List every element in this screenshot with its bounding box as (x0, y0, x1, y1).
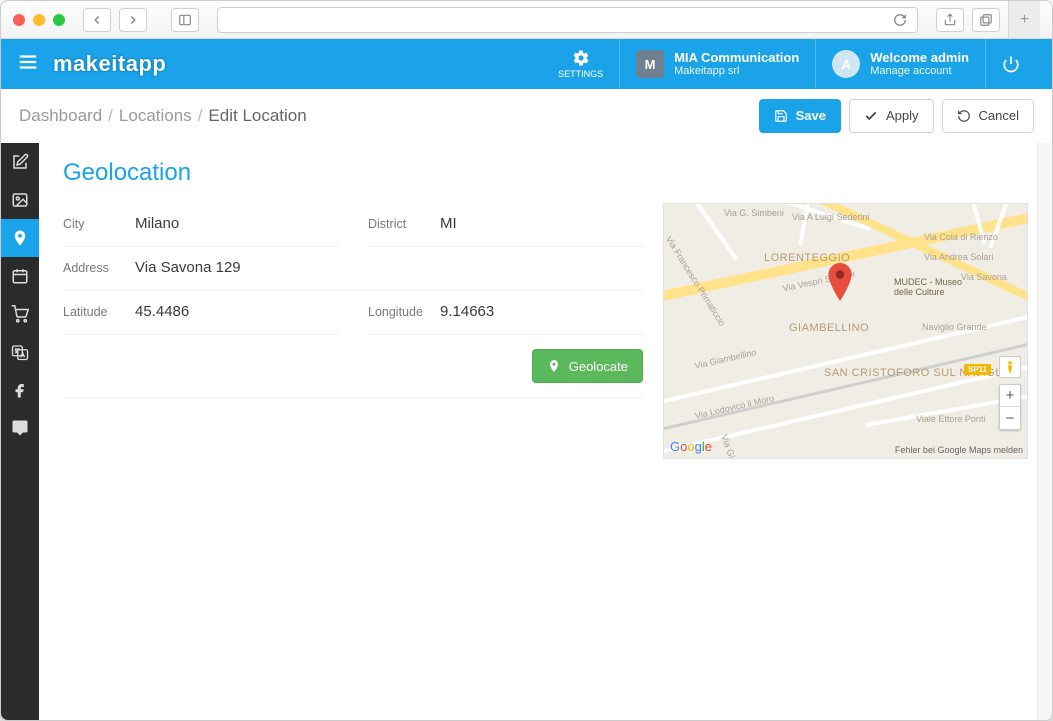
nav-comment[interactable] (1, 409, 39, 447)
crumb-dashboard[interactable]: Dashboard (19, 106, 102, 126)
nav-language[interactable] (1, 333, 39, 371)
nav-image[interactable] (1, 181, 39, 219)
org-avatar: M (636, 50, 664, 78)
sidebar-toggle-button[interactable] (171, 8, 199, 32)
nav-edit[interactable] (1, 143, 39, 181)
reload-icon (893, 13, 907, 27)
scrollbar[interactable] (1037, 143, 1052, 721)
org-block[interactable]: M MIA Communication Makeitapp srl (619, 39, 815, 89)
crumb-current: Edit Location (208, 106, 306, 126)
map-canvas[interactable]: LORENTEGGIO GIAMBELLINO SAN CRISTOFORO S… (663, 203, 1028, 459)
undo-icon (957, 109, 971, 123)
map-report-link[interactable]: Fehler bei Google Maps melden (895, 445, 1023, 455)
content-area: Geolocation City Milano District MI (39, 143, 1052, 721)
save-button[interactable]: Save (759, 99, 841, 133)
nav-forward-button[interactable] (119, 8, 147, 32)
org-sub: Makeitapp srl (674, 65, 799, 78)
gear-icon (572, 49, 590, 67)
user-name: Welcome admin (870, 50, 969, 66)
toolbar: Dashboard / Locations / Edit Location Sa… (1, 89, 1052, 143)
nav-calendar[interactable] (1, 257, 39, 295)
app-logo[interactable]: makeitapp (53, 51, 166, 77)
window-close-dot[interactable] (13, 14, 25, 26)
map-zoom-out[interactable]: − (1000, 407, 1020, 429)
power-icon (1002, 55, 1020, 73)
menu-toggle[interactable] (17, 51, 39, 78)
nav-location[interactable] (1, 219, 39, 257)
field-address[interactable]: Address Via Savona 129 (63, 247, 643, 291)
app-header: makeitapp SETTINGS M MIA Communication M… (1, 39, 1052, 89)
nav-cart[interactable] (1, 295, 39, 333)
check-icon (864, 109, 878, 123)
facebook-icon (11, 381, 29, 399)
window-minimize-dot[interactable] (33, 14, 45, 26)
map-pin-icon (11, 229, 29, 247)
map-pin-icon (827, 263, 853, 301)
map-pin-icon (547, 359, 561, 373)
crumb-locations[interactable]: Locations (119, 106, 192, 126)
map-zoom-in[interactable]: + (1000, 385, 1020, 407)
user-sub: Manage account (870, 65, 969, 78)
settings-label: SETTINGS (558, 69, 603, 79)
tabs-button[interactable] (972, 8, 1000, 32)
side-nav (1, 143, 39, 721)
map-zoom-controls: + − (999, 384, 1021, 430)
address-bar[interactable] (217, 7, 918, 33)
road-badge: SP11 (964, 364, 991, 375)
org-name: MIA Communication (674, 50, 799, 66)
field-longitude[interactable]: Longitude 9.14663 (368, 291, 643, 335)
pencil-square-icon (11, 153, 29, 171)
map-streetview[interactable] (999, 356, 1021, 378)
breadcrumb: Dashboard / Locations / Edit Location (19, 106, 307, 126)
field-district[interactable]: District MI (368, 203, 643, 247)
apply-button[interactable]: Apply (849, 99, 934, 133)
language-icon (11, 343, 29, 361)
map-area-label: GIAMBELLINO (789, 322, 869, 334)
user-avatar: A (832, 50, 860, 78)
logout-button[interactable] (985, 39, 1036, 89)
share-button[interactable] (936, 8, 964, 32)
section-title: Geolocation (63, 159, 1028, 187)
geolocate-button[interactable]: Geolocate (532, 349, 643, 383)
nav-back-button[interactable] (83, 8, 111, 32)
settings-link[interactable]: SETTINGS (542, 39, 619, 89)
pegman-icon (1003, 360, 1017, 374)
nav-facebook[interactable] (1, 371, 39, 409)
map-marker[interactable] (827, 263, 853, 304)
map-google-logo: Google (670, 439, 712, 454)
calendar-icon (11, 267, 29, 285)
image-icon (11, 191, 29, 209)
new-tab-button[interactable]: + (1008, 1, 1040, 38)
user-block[interactable]: A Welcome admin Manage account (815, 39, 985, 89)
cart-icon (11, 305, 29, 323)
save-icon (774, 109, 788, 123)
cancel-button[interactable]: Cancel (942, 99, 1034, 133)
window-zoom-dot[interactable] (53, 14, 65, 26)
field-city[interactable]: City Milano (63, 203, 338, 247)
field-latitude[interactable]: Latitude 45.4486 (63, 291, 338, 335)
comment-icon (11, 419, 29, 437)
browser-titlebar: + (1, 1, 1052, 39)
hamburger-icon (17, 51, 39, 73)
